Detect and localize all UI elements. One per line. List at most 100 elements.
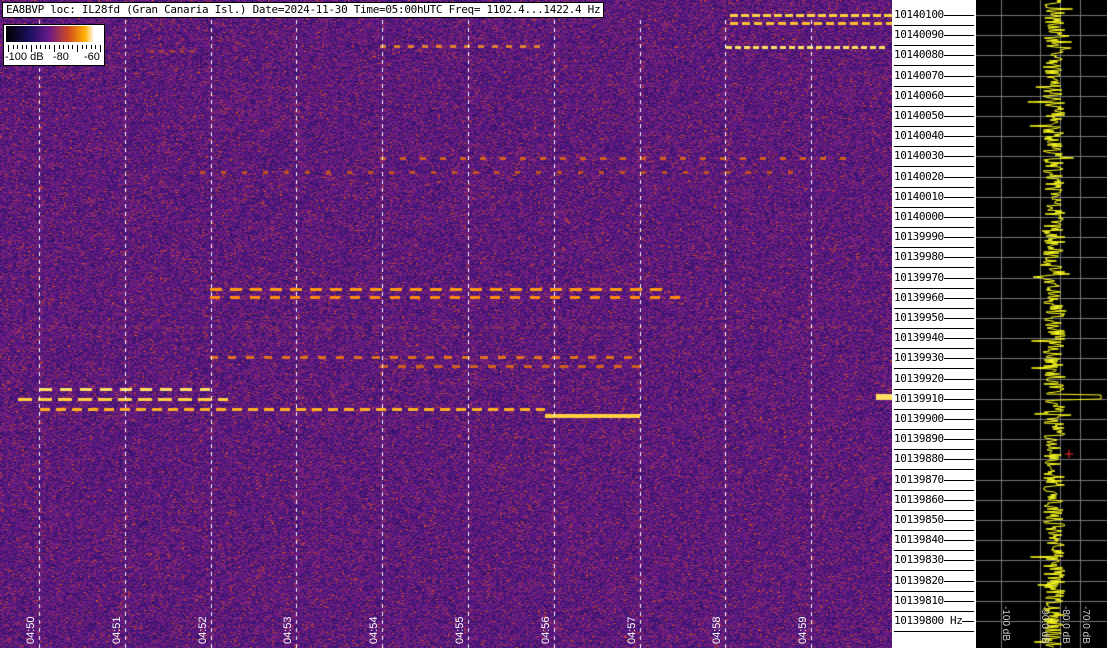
time-tick-label: 04:50 — [25, 616, 37, 644]
freq-minor-line — [894, 166, 974, 168]
frequency-axis: 10140100 10140090 10140080 10140070 10140060… — [892, 0, 976, 648]
spectrum-panel — [976, 0, 1107, 648]
freq-minor-line — [894, 610, 974, 612]
color-gradient — [6, 26, 102, 42]
freq-tick-label: 10139960 — [894, 290, 944, 304]
freq-tick-label: 10140090 — [894, 28, 944, 42]
freq-tick-label: 10139940 — [894, 331, 944, 345]
freq-minor-line — [894, 368, 974, 370]
freq-minor-line — [894, 85, 974, 87]
freq-minor-line — [894, 348, 974, 350]
freq-tick-label: 10139980 — [894, 250, 944, 264]
freq-minor-line — [894, 530, 974, 531]
colorbar-tick — [40, 45, 42, 49]
colorbar-tick — [86, 45, 88, 49]
freq-minor-line — [894, 631, 974, 632]
freq-tick-label: 10140000 — [894, 210, 944, 223]
colorbar-tick — [17, 45, 19, 49]
freq-minor-line — [894, 449, 974, 451]
freq-minor-line — [894, 590, 974, 592]
freq-tick-label: 10140040 — [894, 129, 944, 143]
freq-minor-line — [894, 388, 974, 390]
freq-minor-line — [894, 186, 974, 188]
freq-minor-line — [894, 328, 974, 329]
freq-tick-label: 10140080 — [894, 48, 944, 62]
time-tick-label: 04:59 — [797, 616, 810, 644]
freq-tick-label: 10139890 — [894, 432, 944, 446]
freq-tick-label: 10139950 — [894, 311, 944, 324]
time-tick-label: 04:57 — [625, 616, 638, 644]
colorbar-tick — [63, 45, 65, 49]
waterfall-spectrogram — [0, 0, 892, 648]
colorbar-tick — [77, 45, 78, 52]
time-tick-label: 04:58 — [711, 616, 724, 644]
colorbar-tick — [72, 45, 74, 49]
time-tick-label: 04:54 — [368, 616, 381, 644]
colorbar-tick — [81, 45, 83, 49]
freq-tick-label: 10139970 — [894, 270, 944, 284]
freq-tick-label: 10140060 — [894, 88, 944, 102]
time-tick-label: 04:55 — [454, 616, 466, 644]
freq-tick-label: 10139860 — [894, 492, 944, 506]
time-tick-label: 04:52 — [196, 616, 209, 644]
freq-tick-label: 10139930 — [894, 351, 944, 365]
colorbar-tick — [35, 45, 37, 49]
colorbar-label-min: -100 dB — [5, 51, 44, 63]
freq-tick-label: 10139810 — [894, 593, 944, 607]
spectrum-db-label: -80.0 dB — [1060, 606, 1071, 644]
freq-tick-label: 10139990 — [894, 230, 944, 244]
freq-tick-label: 10140010 — [894, 189, 944, 203]
freq-minor-line — [894, 429, 974, 430]
freq-tick-label: 10140020 — [894, 169, 944, 183]
time-tick-label: 04:53 — [282, 616, 295, 644]
freq-tick-label: 10139880 — [894, 452, 944, 466]
freq-tick-label: 10139820 — [894, 573, 944, 587]
colorbar-label-mid: -80 — [53, 51, 69, 63]
freq-tick-label: 10139840 — [894, 533, 944, 547]
freq-tick-label: 10139800 Hz — [894, 614, 963, 627]
freq-minor-line — [894, 146, 974, 148]
freq-minor-line — [894, 247, 974, 249]
freq-tick-label: 10139870 — [894, 472, 944, 486]
freq-minor-line — [894, 307, 974, 309]
colorbar-tick — [100, 45, 101, 52]
freq-minor-line — [894, 25, 974, 26]
spectrum-db-label: -90.0 dB — [1039, 606, 1050, 644]
freq-minor-line — [894, 267, 974, 269]
colorbar-tick — [95, 45, 97, 49]
freq-minor-line — [894, 105, 974, 107]
colorbar-tick — [44, 45, 46, 49]
freq-minor-line — [894, 509, 974, 511]
freq-tick-label: 10139920 — [894, 371, 944, 385]
freq-minor-line — [894, 227, 974, 228]
colorbar-tick — [12, 45, 14, 49]
color-scale-legend: -100 dB -80 -60 — [3, 24, 105, 66]
freq-minor-line — [894, 550, 974, 552]
freq-minor-line — [894, 408, 974, 410]
colorbar-tick — [90, 45, 92, 49]
freq-minor-line — [894, 570, 974, 572]
freq-minor-line — [894, 489, 974, 491]
freq-minor-line — [894, 206, 974, 208]
colorbar-label-max: -60 — [84, 51, 100, 63]
colorbar-tick — [26, 45, 28, 49]
spectrum-db-label: -100 dB — [1000, 606, 1011, 642]
freq-tick-label: 10140100 — [894, 8, 944, 21]
freq-minor-line — [894, 126, 974, 127]
freq-minor-line — [894, 469, 974, 471]
colorbar-tick — [67, 45, 69, 49]
grabber-window: 04:50 04:51 04:52 04:53 04:54 04:55 04:56 04:57… — [0, 0, 1107, 648]
freq-minor-line — [894, 287, 974, 289]
freq-tick-label: 10140070 — [894, 68, 944, 82]
freq-tick-label: 10139850 — [894, 513, 944, 526]
spectrum-db-label: -70.0 dB — [1080, 606, 1091, 644]
time-tick-label: 04:51 — [110, 616, 123, 644]
freq-minor-line — [894, 45, 974, 47]
freq-tick-label: 10139900 — [894, 412, 944, 425]
freq-tick-label: 10140050 — [894, 109, 944, 122]
freq-minor-line — [894, 65, 974, 67]
colorbar-tick — [21, 45, 23, 49]
chart-title: EA8BVP loc: IL28fd (Gran Canaria Isl.) D… — [2, 2, 605, 18]
freq-tick-label: 10139830 — [894, 553, 944, 567]
colorbar-tick — [49, 45, 51, 49]
